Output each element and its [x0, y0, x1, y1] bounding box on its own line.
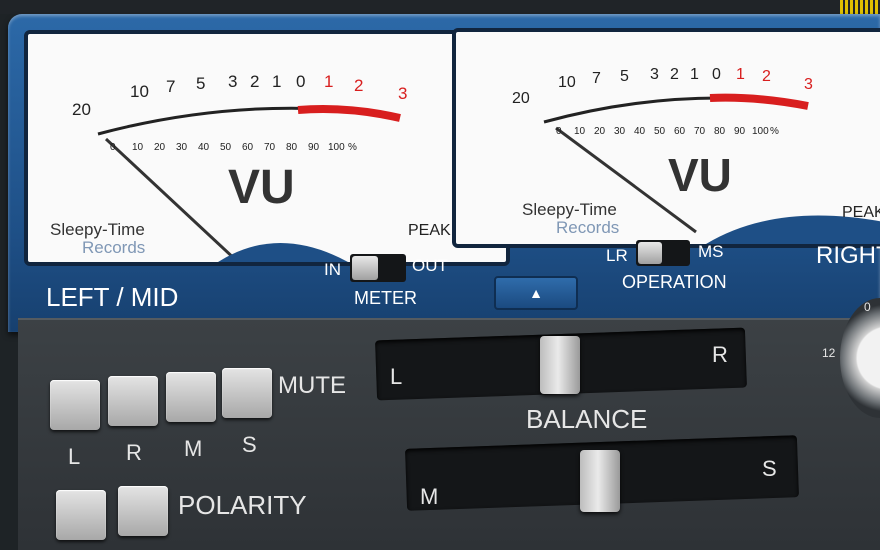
- mute-key-s: S: [242, 432, 257, 457]
- operation-toggle[interactable]: [636, 240, 690, 266]
- meter-out-label: OUT: [412, 256, 448, 275]
- meter-in-label: IN: [324, 260, 341, 279]
- up-arrow-icon: ▲: [529, 285, 543, 301]
- balance-left-label: L: [390, 364, 403, 389]
- scale-5: 5: [196, 74, 206, 93]
- collapse-button[interactable]: ▲: [494, 276, 578, 310]
- knob-tick-12: 12: [822, 346, 836, 360]
- scale-plus3: 3: [398, 84, 408, 103]
- scale-3: 3: [228, 72, 238, 91]
- left-scale-db: 20 10 7 5 3 2 1 0 1 2 3: [68, 72, 408, 119]
- mute-key-r: R: [126, 440, 142, 465]
- left-peak-label: PEAK: [408, 222, 451, 239]
- meter-toggle-thumb[interactable]: [352, 256, 378, 280]
- balance-right-label: R: [712, 342, 728, 367]
- polarity-r-button[interactable]: [118, 486, 168, 536]
- mute-key-m: M: [184, 436, 203, 461]
- channel-left-label: LEFT / MID: [46, 282, 179, 312]
- mid-side-m-label: M: [420, 484, 439, 509]
- right-brand-sub: Records: [556, 218, 620, 237]
- scale-20: 20: [72, 100, 91, 119]
- scale-7: 7: [166, 77, 176, 96]
- scale-1: 1: [272, 72, 282, 91]
- scale-plus2: 2: [354, 76, 364, 95]
- right-vu-meter: 20 10 7 5 3 2 1 0 1 2 3 0 10 20 30 40 50…: [452, 28, 880, 248]
- background-strip: [0, 0, 880, 14]
- balance-title: BALANCE: [526, 404, 648, 434]
- mute-l-button[interactable]: [50, 380, 100, 430]
- operation-ms-label: MS: [698, 242, 724, 261]
- scale-2: 2: [250, 72, 260, 91]
- operation-title: OPERATION: [622, 272, 727, 292]
- left-scale-percent: 0 10 20 30 40 50 60 70 80 90 100 %: [110, 142, 357, 153]
- left-brand-name: Sleepy-Time: [50, 220, 145, 239]
- balance-slider-thumb[interactable]: [540, 336, 580, 394]
- right-vu-label: VU: [668, 149, 732, 201]
- mute-r-button[interactable]: [108, 376, 158, 426]
- knob-tick-0: 0: [864, 300, 871, 314]
- right-brand-name: Sleepy-Time: [522, 200, 617, 219]
- polarity-title: POLARITY: [178, 490, 307, 520]
- channel-right-label: RIGHT: [816, 242, 880, 269]
- mute-title: MUTE: [278, 372, 346, 399]
- scale-10: 10: [130, 82, 149, 101]
- right-scale-percent: 0 10 20 30 40 50 60 70 80 90 100 %: [556, 126, 779, 137]
- mute-key-l: L: [68, 444, 81, 469]
- mute-s-button[interactable]: [222, 368, 272, 418]
- meter-title: METER: [354, 288, 417, 308]
- polarity-l-button[interactable]: [56, 490, 106, 540]
- meter-toggle[interactable]: [350, 254, 406, 282]
- mid-side-slider-thumb[interactable]: [580, 450, 620, 512]
- right-peak-label: PEAK: [842, 204, 880, 221]
- left-vu-label: VU: [228, 161, 295, 214]
- left-brand-sub: Records: [82, 238, 146, 257]
- mid-side-s-label: S: [762, 456, 777, 481]
- left-vu-meter: 20 10 7 5 3 2 1 0 1 2 3 0 10 20 30 40 50…: [24, 30, 510, 266]
- scale-plus1: 1: [324, 72, 334, 91]
- scale-0: 0: [296, 72, 306, 91]
- mute-m-button[interactable]: [166, 372, 216, 422]
- right-scale-db: 20 10 7 5 3 2 1 0 1 2 3: [512, 66, 813, 107]
- operation-toggle-thumb[interactable]: [638, 242, 662, 264]
- operation-lr-label: LR: [606, 246, 628, 265]
